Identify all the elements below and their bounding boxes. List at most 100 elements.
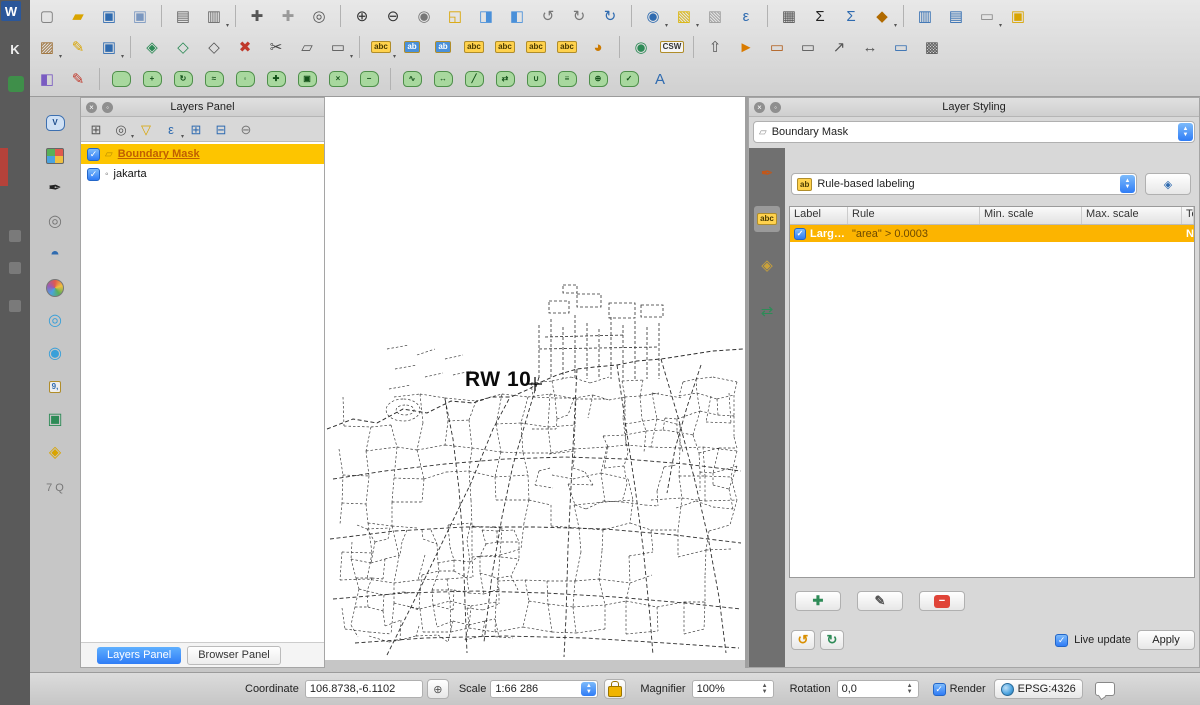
label-change-icon[interactable]: abc: [492, 34, 518, 60]
attribute-table-icon[interactable]: ▦: [776, 3, 802, 29]
pan-to-selection-icon[interactable]: ✚: [275, 3, 301, 29]
select-features-icon[interactable]: ▧▾: [671, 3, 697, 29]
add-wfs-icon[interactable]: ◎: [43, 309, 67, 333]
column-header-rule[interactable]: Rule: [848, 207, 980, 224]
redo-button[interactable]: ↻: [820, 630, 844, 650]
open-project-icon[interactable]: ▰: [65, 3, 91, 29]
touch-zoom-icon[interactable]: ◎: [306, 3, 332, 29]
label-pin-icon[interactable]: ab: [399, 34, 425, 60]
diagram-options-icon[interactable]: ◕: [585, 34, 611, 60]
zoom-to-layer-icon[interactable]: ◧: [504, 3, 530, 29]
select-by-expression-icon[interactable]: ε: [733, 3, 759, 29]
mouse-tracking-button[interactable]: ⊕: [427, 679, 449, 699]
expand-all-icon[interactable]: ⊞: [185, 118, 207, 140]
cut-features-icon[interactable]: ✂: [263, 34, 289, 60]
rotation-input[interactable]: 0,0 ▲ ▼: [837, 680, 919, 698]
delete-selected-icon[interactable]: ✖: [232, 34, 258, 60]
remove-layer-icon[interactable]: ⊖: [235, 118, 257, 140]
add-spatialite-icon[interactable]: ◎: [43, 210, 67, 234]
toggle-editing-icon[interactable]: ✎: [65, 34, 91, 60]
layer-checkbox[interactable]: ✓: [87, 148, 100, 161]
reshape-features-icon[interactable]: ∿: [399, 66, 425, 92]
offset-point-icon[interactable]: ⇧: [702, 34, 728, 60]
tracing-icon[interactable]: ✎: [65, 66, 91, 92]
simplify-feature-icon[interactable]: ≈: [201, 66, 227, 92]
rule-checkbox[interactable]: ✓: [794, 228, 806, 240]
copy-features-icon[interactable]: ▱: [294, 34, 320, 60]
nudge-icon[interactable]: ↔: [857, 34, 883, 60]
spinner-icon[interactable]: ▲ ▼: [907, 683, 914, 695]
column-header-label[interactable]: Label: [790, 207, 848, 224]
filter-legend-icon[interactable]: ▽: [135, 118, 157, 140]
node-tool-icon[interactable]: ◇: [201, 34, 227, 60]
scale-combo[interactable]: 1:66 286 ▲ ▼: [490, 680, 598, 698]
map-refresh-icon[interactable]: ↻: [597, 3, 623, 29]
processing-arrow-icon[interactable]: ►: [733, 34, 759, 60]
combo-stepper-icon[interactable]: ▲ ▼: [581, 682, 596, 696]
spinner-icon[interactable]: ▲ ▼: [762, 683, 769, 695]
identify-icon[interactable]: ◉▾: [640, 3, 666, 29]
remove-rule-button[interactable]: −: [919, 591, 965, 611]
metasearch-icon[interactable]: ◉: [628, 34, 654, 60]
auto-label-icon[interactable]: A: [647, 66, 673, 92]
add-ring-icon[interactable]: ◦: [232, 66, 258, 92]
close-icon[interactable]: ×: [86, 102, 97, 113]
layer-selector-combo[interactable]: ▱ Boundary Mask ▲ ▼: [753, 121, 1195, 143]
edit-rule-button[interactable]: ✎: [857, 591, 903, 611]
new-composer-icon[interactable]: ▤: [170, 3, 196, 29]
composer-manager-icon[interactable]: ▥▾: [201, 3, 227, 29]
combo-stepper-icon[interactable]: ▲ ▼: [1178, 123, 1193, 141]
current-edits-icon[interactable]: ▨▾: [34, 34, 60, 60]
label-properties-icon[interactable]: abc: [554, 34, 580, 60]
history-icon[interactable]: ⇄: [754, 298, 780, 324]
column-header-min-scale[interactable]: Min. scale: [980, 207, 1082, 224]
scale-bar-icon[interactable]: ▭: [888, 34, 914, 60]
add-vector-layer-icon[interactable]: V: [43, 111, 67, 135]
paste-features-icon[interactable]: ▭▾: [325, 34, 351, 60]
background-app-icon[interactable]: W: [1, 1, 21, 21]
column-header-text[interactable]: Text: [1182, 207, 1194, 224]
log-messages-icon[interactable]: [1095, 682, 1115, 696]
map-tips-icon[interactable]: ▣: [1005, 3, 1031, 29]
save-project-icon[interactable]: ▣: [96, 3, 122, 29]
north-arrow-icon[interactable]: ↗: [826, 34, 852, 60]
move-feature-icon[interactable]: ◇: [170, 34, 196, 60]
scale-lock-button[interactable]: [604, 679, 626, 699]
deselect-icon[interactable]: ▧: [702, 3, 728, 29]
add-feature-icon[interactable]: ◈: [139, 34, 165, 60]
rule-row[interactable]: ✓Larg…"area" > 0.0003NAM: [790, 225, 1194, 242]
zoom-out-icon[interactable]: ⊖: [380, 3, 406, 29]
annotation-icon[interactable]: ▭▾: [974, 3, 1000, 29]
detach-icon[interactable]: ◦: [770, 102, 781, 113]
copy-move-feature-icon[interactable]: +: [139, 66, 165, 92]
collapse-all-icon[interactable]: ⊟: [210, 118, 232, 140]
move-feature-copy-icon[interactable]: [108, 66, 134, 92]
grid-icon[interactable]: ▩: [919, 34, 945, 60]
save-layer-edits-icon[interactable]: ▣▾: [96, 34, 122, 60]
label-rotate-icon[interactable]: abc: [523, 34, 549, 60]
add-postgis-icon[interactable]: ◓: [43, 243, 67, 267]
apply-button[interactable]: Apply: [1137, 630, 1195, 650]
zoom-in-icon[interactable]: ⊕: [349, 3, 375, 29]
add-delimited-text-icon[interactable]: 9,: [43, 375, 67, 399]
coordinate-input[interactable]: 106.8738,-6.1102: [305, 680, 423, 698]
split-features-icon[interactable]: ╱: [461, 66, 487, 92]
add-wms-icon[interactable]: [43, 276, 67, 300]
extent-rect-icon[interactable]: ▭: [764, 34, 790, 60]
field-calculator-icon[interactable]: Σ: [807, 3, 833, 29]
labeling-mode-combo[interactable]: ab Rule-based labeling ▲ ▼: [791, 173, 1137, 195]
magnifier-input[interactable]: 100% ▲ ▼: [692, 680, 774, 698]
layer-checkbox[interactable]: ✓: [87, 168, 100, 181]
label-show-hide-icon[interactable]: ab: [430, 34, 456, 60]
diagrams-icon[interactable]: ◈: [754, 252, 780, 278]
labeling-options-icon[interactable]: abc▾: [368, 34, 394, 60]
fill-ring-icon[interactable]: ▣: [294, 66, 320, 92]
save-project-as-icon[interactable]: ▣: [127, 3, 153, 29]
merge-attributes-icon[interactable]: ≡: [554, 66, 580, 92]
snapping-options-icon[interactable]: ◧: [34, 66, 60, 92]
add-virtual-layer-icon[interactable]: ◈: [43, 441, 67, 465]
layer-row[interactable]: ✓▱Boundary Mask: [81, 144, 324, 164]
delete-part-icon[interactable]: −: [356, 66, 382, 92]
combo-stepper-icon[interactable]: ▲ ▼: [1120, 175, 1135, 193]
add-raster-layer-icon[interactable]: [43, 144, 67, 168]
